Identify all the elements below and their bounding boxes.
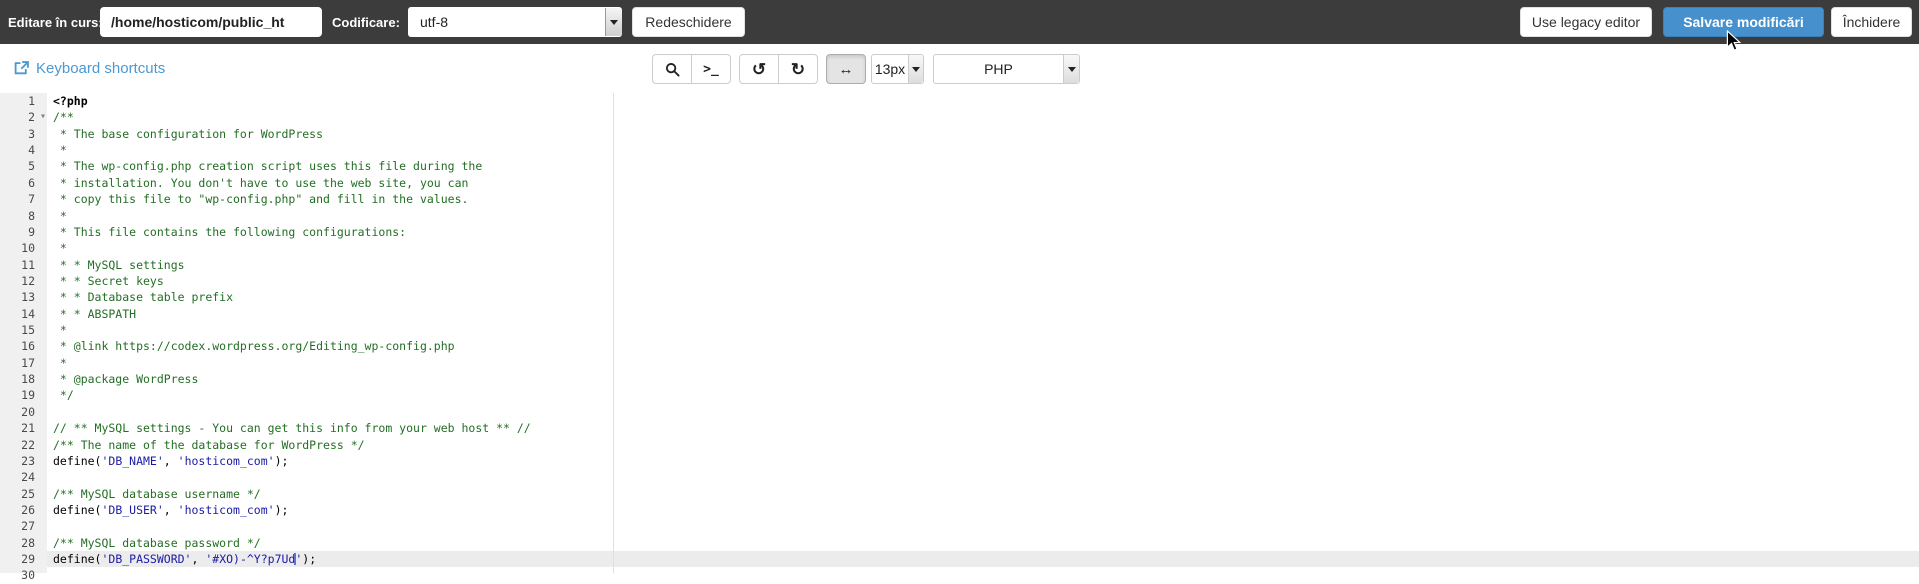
code-line[interactable]: * [47, 322, 1919, 338]
code-line[interactable]: * [47, 142, 1919, 158]
code-line[interactable] [47, 404, 1919, 420]
line-number[interactable]: 29 [0, 551, 47, 567]
code-line[interactable]: define('DB_USER', 'hosticom_com'); [47, 502, 1919, 518]
terminal-icon: >_ [703, 61, 719, 77]
font-size-value: 13px [874, 61, 906, 77]
save-button[interactable]: Salvare modificări [1663, 7, 1824, 37]
code-line[interactable]: * installation. You don't have to use th… [47, 175, 1919, 191]
code-content[interactable]: <?php/** * The base configuration for Wo… [47, 93, 1919, 573]
line-number[interactable]: 16 [0, 338, 47, 354]
code-line[interactable]: /** The name of the database for WordPre… [47, 437, 1919, 453]
code-line[interactable]: * * Secret keys [47, 273, 1919, 289]
code-line[interactable]: */ [47, 387, 1919, 403]
reopen-button[interactable]: Redeschidere [632, 7, 745, 37]
word-wrap-toggle[interactable]: ↔ [826, 54, 866, 84]
chevron-down-icon [1063, 55, 1079, 83]
line-number[interactable]: 25 [0, 486, 47, 502]
code-line[interactable]: define('DB_PASSWORD', '#XO)-^Y?p7Ud'); [47, 551, 1919, 568]
code-line[interactable]: // ** MySQL settings - You can get this … [47, 420, 1919, 436]
line-number[interactable]: 15 [0, 322, 47, 338]
line-number[interactable]: 13 [0, 289, 47, 305]
line-number[interactable]: 8 [0, 208, 47, 224]
editor-toolbar: Keyboard shortcuts >_ ↺ ↻ ↔ 13px PHP [0, 44, 1919, 93]
code-line[interactable]: * * Database table prefix [47, 289, 1919, 305]
code-line[interactable]: * * MySQL settings [47, 257, 1919, 273]
line-number[interactable]: 4 [0, 142, 47, 158]
line-number[interactable]: 14 [0, 306, 47, 322]
code-line[interactable] [47, 518, 1919, 534]
code-line[interactable]: * [47, 355, 1919, 371]
line-number-gutter: 1 2 ▾ 3 4 5 6 7 8 9 10 11 12 13 14 15 16 17 18 19 20 21 22 23 24… [0, 93, 47, 582]
line-number[interactable]: 22 [0, 437, 47, 453]
code-line[interactable]: /** [47, 109, 1919, 125]
code-line[interactable]: <?php [47, 93, 1919, 109]
code-line[interactable]: define('DB_NAME', 'hosticom_com'); [47, 453, 1919, 469]
line-number[interactable]: 30 [0, 567, 47, 583]
line-number[interactable]: 18 [0, 371, 47, 387]
line-number[interactable]: 24 [0, 469, 47, 485]
code-line[interactable]: /** MySQL database password */ [47, 535, 1919, 551]
external-link-icon [14, 61, 29, 76]
terminal-button[interactable]: >_ [691, 54, 731, 84]
keyboard-shortcuts-label: Keyboard shortcuts [36, 60, 166, 77]
line-number[interactable]: 7 [0, 191, 47, 207]
legacy-editor-button[interactable]: Use legacy editor [1520, 7, 1652, 37]
code-line[interactable] [47, 469, 1919, 485]
line-number[interactable]: 26 [0, 502, 47, 518]
line-number[interactable]: 2 ▾ [0, 109, 47, 125]
line-number[interactable]: 1 [0, 93, 47, 109]
search-icon [665, 62, 680, 77]
encoding-select[interactable]: utf-8 [408, 7, 622, 37]
code-line[interactable]: * @package WordPress [47, 371, 1919, 387]
line-number[interactable]: 11 [0, 257, 47, 273]
line-number[interactable]: 3 [0, 126, 47, 142]
code-line[interactable]: * * ABSPATH [47, 306, 1919, 322]
encoding-label: Codificare: [332, 14, 400, 30]
line-number[interactable]: 5 [0, 158, 47, 174]
redo-icon: ↻ [790, 59, 806, 79]
syntax-mode-select[interactable]: PHP [933, 54, 1080, 84]
code-line[interactable]: * [47, 240, 1919, 256]
code-line[interactable]: * @link https://codex.wordpress.org/Edit… [47, 338, 1919, 354]
redo-button[interactable]: ↻ [778, 54, 818, 84]
line-number[interactable]: 27 [0, 518, 47, 534]
undo-icon: ↺ [751, 59, 767, 79]
editing-label: Editare în curs: [8, 14, 103, 30]
code-line[interactable]: * copy this file to "wp-config.php" and … [47, 191, 1919, 207]
syntax-mode-value: PHP [984, 61, 1013, 77]
chevron-down-icon [605, 8, 622, 36]
editor-header-bar: Editare în curs: Codificare: utf-8 Redes… [0, 0, 1919, 44]
encoding-select-value: utf-8 [420, 14, 449, 30]
code-line[interactable]: /** MySQL database username */ [47, 486, 1919, 502]
code-editor[interactable]: 1 2 ▾ 3 4 5 6 7 8 9 10 11 12 13 14 15 16 17 18 19 20 21 22 23 24… [0, 93, 1919, 582]
code-line[interactable] [47, 567, 1919, 583]
line-number[interactable]: 12 [0, 273, 47, 289]
line-number[interactable]: 21 [0, 420, 47, 436]
line-number[interactable]: 6 [0, 175, 47, 191]
line-number[interactable]: 9 [0, 224, 47, 240]
close-button[interactable]: Închidere [1831, 7, 1912, 37]
file-path-input[interactable] [100, 7, 322, 37]
line-number[interactable]: 10 [0, 240, 47, 256]
line-number[interactable]: 19 [0, 387, 47, 403]
word-wrap-icon: ↔ [838, 60, 854, 78]
chevron-down-icon [908, 55, 923, 83]
line-number[interactable]: 28 [0, 535, 47, 551]
code-line[interactable]: * This file contains the following confi… [47, 224, 1919, 240]
undo-button[interactable]: ↺ [739, 54, 779, 84]
keyboard-shortcuts-link[interactable]: Keyboard shortcuts [14, 44, 165, 93]
fold-arrow-icon[interactable]: ▾ [40, 109, 46, 125]
code-line[interactable]: * The wp-config.php creation script uses… [47, 158, 1919, 174]
line-number[interactable]: 17 [0, 355, 47, 371]
line-number[interactable]: 20 [0, 404, 47, 420]
line-number[interactable]: 23 [0, 453, 47, 469]
code-line[interactable]: * [47, 208, 1919, 224]
code-line[interactable]: * The base configuration for WordPress [47, 126, 1919, 142]
search-button[interactable] [652, 54, 692, 84]
font-size-select[interactable]: 13px [871, 54, 924, 84]
